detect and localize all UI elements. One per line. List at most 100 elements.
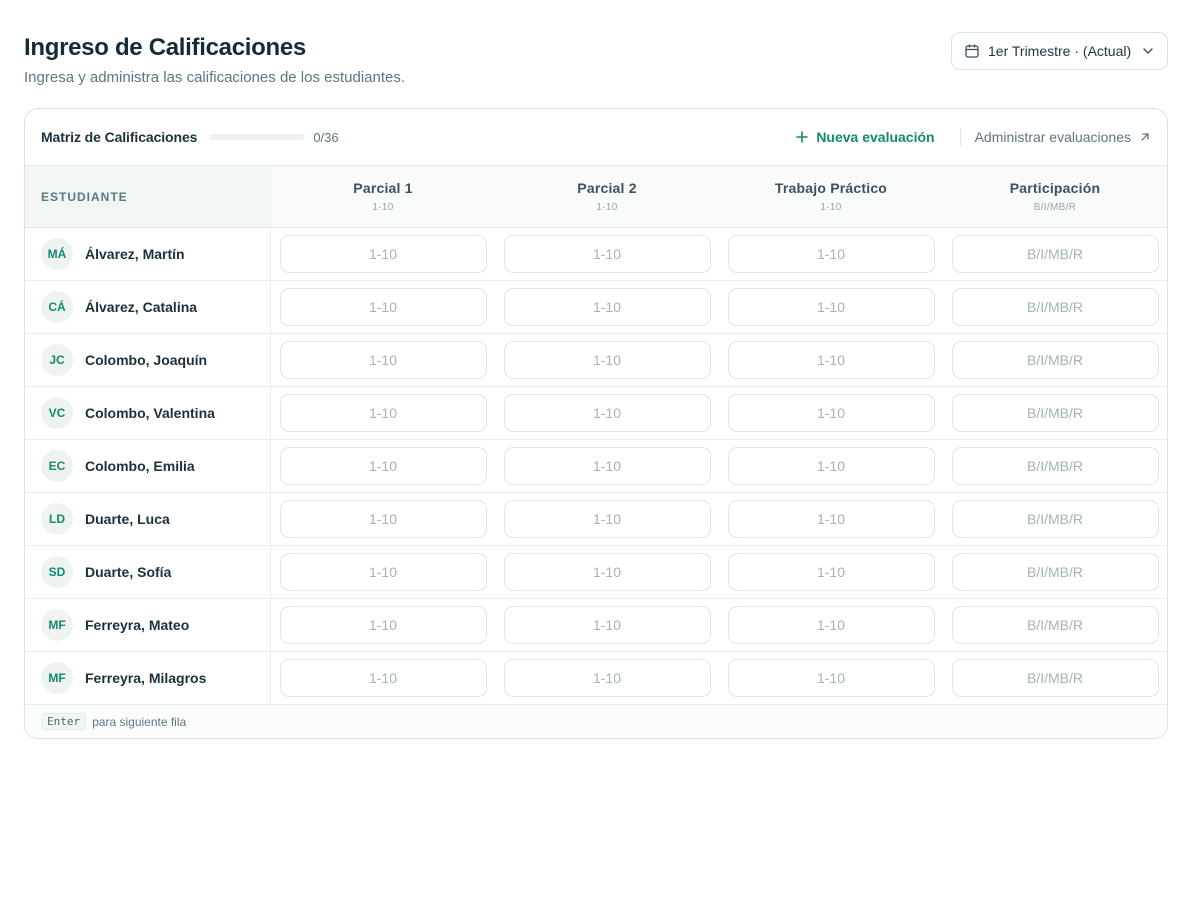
column-name: Parcial 1	[353, 180, 413, 196]
avatar: MÁ	[41, 238, 73, 270]
grade-input[interactable]	[951, 606, 1159, 644]
grade-cell	[495, 599, 719, 651]
progress-count: 0/36	[313, 129, 339, 145]
matrix-title: Matriz de Calificaciones	[41, 129, 198, 145]
grade-input[interactable]	[503, 659, 711, 697]
grade-input[interactable]	[503, 341, 711, 379]
grade-input[interactable]	[951, 288, 1159, 326]
grade-cell	[495, 228, 719, 280]
table-row: MF Ferreyra, Milagros	[25, 652, 1167, 705]
grade-input[interactable]	[503, 235, 711, 273]
grade-cell	[719, 493, 943, 545]
table-row: VC Colombo, Valentina	[25, 387, 1167, 440]
page-subtitle: Ingresa y administra las calificaciones …	[24, 69, 406, 86]
grade-input[interactable]	[503, 447, 711, 485]
column-name: Parcial 2	[577, 180, 637, 196]
student-name: Duarte, Luca	[85, 511, 170, 527]
grade-input[interactable]	[727, 659, 935, 697]
grade-cell	[943, 652, 1167, 704]
student-cell: MF Ferreyra, Mateo	[25, 599, 271, 651]
grade-input[interactable]	[279, 235, 487, 273]
student-cell: CÁ Álvarez, Catalina	[25, 281, 271, 333]
grade-input[interactable]	[951, 394, 1159, 432]
new-evaluation-label: Nueva evaluación	[816, 129, 935, 145]
grade-input[interactable]	[951, 447, 1159, 485]
grade-cell	[271, 228, 495, 280]
grade-input[interactable]	[503, 553, 711, 591]
student-name: Colombo, Emilia	[85, 458, 195, 474]
avatar: EC	[41, 450, 73, 482]
column-scale: 1-10	[820, 202, 842, 213]
table-body: MÁ Álvarez, Martín CÁ Álvarez, Catalina JC Co…	[25, 228, 1167, 705]
avatar: SD	[41, 556, 73, 588]
external-arrow-icon	[1139, 131, 1151, 143]
grade-input[interactable]	[727, 447, 935, 485]
page-header: Ingreso de Calificaciones Ingresa y admi…	[24, 34, 405, 88]
grade-cell	[271, 334, 495, 386]
grade-input[interactable]	[727, 553, 935, 591]
avatar: CÁ	[41, 291, 73, 323]
grade-input[interactable]	[727, 606, 935, 644]
grade-cell	[719, 440, 943, 492]
grade-input[interactable]	[951, 235, 1159, 273]
term-selector[interactable]: 1er Trimestre · (Actual)	[951, 32, 1168, 70]
avatar: JC	[41, 344, 73, 376]
grade-input[interactable]	[727, 341, 935, 379]
new-evaluation-button[interactable]: Nueva evaluación	[795, 129, 935, 145]
grade-input[interactable]	[727, 288, 935, 326]
grade-input[interactable]	[727, 235, 935, 273]
grade-input[interactable]	[279, 500, 487, 538]
grade-cell	[719, 599, 943, 651]
student-name: Ferreyra, Milagros	[85, 670, 207, 686]
column-header-parcial-2: Parcial 2 1-10	[495, 166, 719, 227]
grade-cell	[719, 546, 943, 598]
grade-cell	[495, 652, 719, 704]
avatar: MF	[41, 609, 73, 641]
table-row: LD Duarte, Luca	[25, 493, 1167, 546]
chevron-down-icon	[1141, 44, 1155, 58]
enter-key-hint: Enter	[41, 713, 87, 730]
student-name: Ferreyra, Mateo	[85, 617, 190, 633]
grade-input[interactable]	[279, 288, 487, 326]
student-cell: SD Duarte, Sofía	[25, 546, 271, 598]
grade-input[interactable]	[951, 500, 1159, 538]
grade-input[interactable]	[727, 500, 935, 538]
grade-cell	[943, 387, 1167, 439]
grade-input[interactable]	[503, 288, 711, 326]
grade-input[interactable]	[503, 394, 711, 432]
student-cell: JC Colombo, Joaquín	[25, 334, 271, 386]
grade-input[interactable]	[279, 341, 487, 379]
manage-evaluations-label: Administrar evaluaciones	[974, 129, 1131, 145]
grade-cell	[943, 281, 1167, 333]
student-cell: EC Colombo, Emilia	[25, 440, 271, 492]
grade-cell	[943, 228, 1167, 280]
grade-cell	[719, 652, 943, 704]
grades-matrix-card: Matriz de Calificaciones 0/36 Nueva eval…	[24, 108, 1168, 739]
grade-input[interactable]	[727, 394, 935, 432]
table-row: SD Duarte, Sofía	[25, 546, 1167, 599]
grade-input[interactable]	[951, 659, 1159, 697]
manage-evaluations-link[interactable]: Administrar evaluaciones	[975, 129, 1151, 145]
student-name: Colombo, Joaquín	[85, 352, 208, 368]
grade-input[interactable]	[279, 606, 487, 644]
avatar: MF	[41, 662, 73, 694]
grade-input[interactable]	[503, 606, 711, 644]
toolbar-divider	[959, 128, 961, 146]
grade-input[interactable]	[279, 447, 487, 485]
table-header: ESTUDIANTE Parcial 1 1-10 Parcial 2 1-10…	[25, 166, 1167, 228]
grade-input[interactable]	[951, 553, 1159, 591]
grade-cell	[271, 387, 495, 439]
grade-cell	[719, 281, 943, 333]
grade-cell	[943, 493, 1167, 545]
grade-cell	[271, 281, 495, 333]
calendar-icon	[964, 43, 980, 59]
column-scale: 1-10	[372, 202, 394, 213]
grade-input[interactable]	[279, 659, 487, 697]
student-name: Álvarez, Martín	[85, 246, 185, 262]
grade-cell	[495, 440, 719, 492]
grade-input[interactable]	[503, 500, 711, 538]
student-name: Colombo, Valentina	[85, 405, 215, 421]
grade-input[interactable]	[279, 394, 487, 432]
grade-input[interactable]	[951, 341, 1159, 379]
grade-input[interactable]	[279, 553, 487, 591]
